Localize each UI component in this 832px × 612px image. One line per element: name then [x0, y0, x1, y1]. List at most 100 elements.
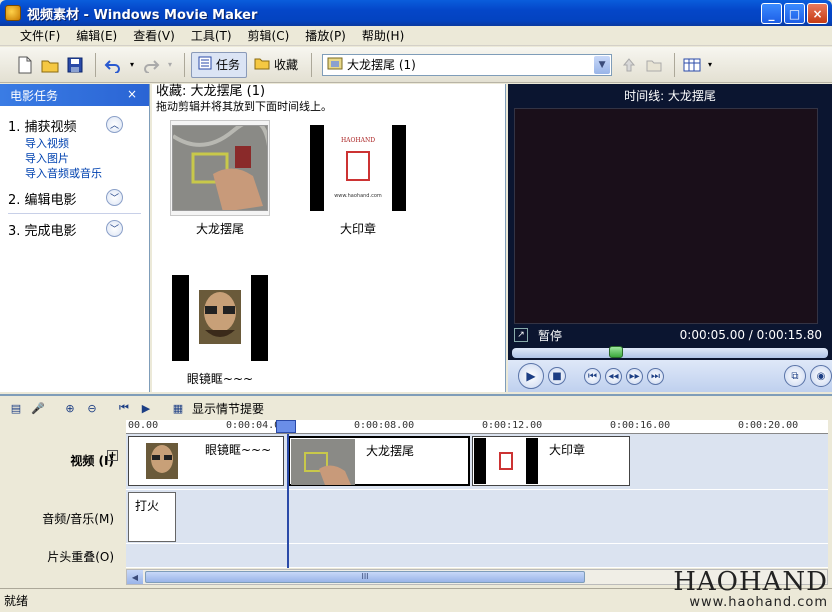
ruler-tick: 0:00:12.00: [482, 420, 543, 431]
title-overlay-track[interactable]: [126, 544, 828, 568]
up-one-level-icon[interactable]: [618, 54, 640, 76]
tasks-button[interactable]: 任务: [191, 51, 248, 78]
chevron-up-icon[interactable]: ︿: [106, 116, 123, 133]
collection-clip[interactable]: 眼镜眶~~~: [170, 270, 270, 387]
close-button[interactable]: ×: [807, 3, 828, 24]
monitor-status-bar: ↗ 暂停 0:00:05.00 / 0:00:15.80: [508, 324, 832, 346]
scroll-left-icon[interactable]: ◀: [127, 570, 143, 584]
task-link-import-pictures[interactable]: 导入图片: [0, 151, 149, 166]
chevron-down-icon[interactable]: ﹀: [106, 189, 123, 206]
tasks-label: 任务: [216, 58, 241, 72]
scroll-grip: III: [361, 572, 369, 581]
seal-brand: HAOHAND: [340, 137, 376, 144]
task-section-finish[interactable]: 3. 完成电影 ﹀: [0, 218, 149, 240]
forward-icon[interactable]: ▸▸: [626, 367, 643, 385]
task-section-label: 3. 完成电影: [8, 223, 77, 239]
redo-dropdown-icon[interactable]: ▾: [165, 54, 175, 76]
window-title: 视频素材 - Windows Movie Maker: [27, 7, 258, 23]
rewind-timeline-icon[interactable]: ⏮: [116, 400, 132, 416]
save-project-icon[interactable]: [64, 54, 86, 76]
menu-view[interactable]: 查看(V): [125, 27, 183, 44]
collection-select[interactable]: 大龙摆尾 (1) ▼: [322, 53, 613, 76]
clip-label: 打火: [135, 499, 160, 513]
audio-music-track[interactable]: 打火: [126, 490, 828, 544]
timeline-video-clip[interactable]: 大印章: [472, 436, 630, 486]
task-divider: [8, 213, 141, 214]
clip-label: 大印章: [549, 443, 586, 457]
collection-select-value: 大龙摆尾 (1): [347, 58, 416, 72]
collection-folder-icon: [327, 56, 343, 73]
playhead-line[interactable]: [287, 434, 289, 568]
narrate-microphone-icon[interactable]: 🎤: [30, 400, 46, 416]
toolbar-separator: [311, 52, 313, 77]
seal-url: www.haohand.com: [334, 193, 382, 199]
ruler-tick: 00.00: [128, 420, 159, 431]
expand-track-icon[interactable]: +: [107, 450, 118, 461]
menu-edit[interactable]: 编辑(E): [68, 27, 125, 44]
play-timeline-icon[interactable]: ▶: [138, 400, 154, 416]
playback-time: 0:00:05.00 / 0:00:15.80: [679, 328, 822, 342]
video-track[interactable]: 眼镜眶~~~ 大龙摆尾 大印章: [126, 434, 828, 490]
ruler-tick: 0:00:20.00: [738, 420, 799, 431]
clip-label: 大龙摆尾: [366, 444, 415, 458]
toolbar-separator: [674, 52, 676, 77]
clip-label: 大龙摆尾: [195, 222, 244, 236]
menu-file[interactable]: 文件(F): [12, 27, 68, 44]
zoom-out-icon[interactable]: ⊖: [84, 400, 100, 416]
storyboard-toggle-icon[interactable]: ▦: [170, 400, 186, 416]
menu-tools[interactable]: 工具(T): [183, 27, 240, 44]
seek-bar[interactable]: [512, 346, 828, 358]
undo-icon[interactable]: [102, 54, 124, 76]
collections-button[interactable]: 收藏: [247, 52, 305, 78]
tasks-icon: [198, 56, 212, 73]
timeline-toolbar: ▤ 🎤 ⊕ ⊖ ⏮ ▶ ▦ 显示情节提要: [0, 394, 832, 420]
collection-clip[interactable]: 大龙摆尾: [170, 120, 270, 237]
redo-icon[interactable]: [140, 54, 162, 76]
undo-dropdown-icon[interactable]: ▾: [127, 54, 137, 76]
show-storyboard-label[interactable]: 显示情节提要: [192, 400, 264, 417]
new-project-icon[interactable]: [14, 54, 36, 76]
menu-clip[interactable]: 剪辑(C): [240, 27, 298, 44]
previous-frame-icon[interactable]: ⏮: [584, 367, 601, 385]
zoom-in-icon[interactable]: ⊕: [62, 400, 78, 416]
task-section-edit[interactable]: 2. 编辑电影 ﹀: [0, 187, 149, 209]
chevron-down-icon[interactable]: ▼: [594, 55, 611, 74]
open-project-icon[interactable]: [39, 54, 61, 76]
playhead-marker[interactable]: [276, 420, 296, 433]
views-icon[interactable]: [681, 54, 703, 76]
menu-bar: 文件(F) 编辑(E) 查看(V) 工具(T) 剪辑(C) 播放(P) 帮助(H…: [0, 26, 832, 46]
watermark-brand: HAOHAND: [673, 567, 828, 597]
collection-hint: 拖动剪辑并将其放到下面时间线上。: [156, 100, 332, 113]
play-button[interactable]: ▶: [518, 363, 544, 389]
next-frame-icon[interactable]: ⏭: [647, 367, 664, 385]
menu-play[interactable]: 播放(P): [297, 27, 354, 44]
close-icon[interactable]: ×: [127, 87, 137, 101]
timeline-audio-clip[interactable]: 打火: [128, 492, 176, 542]
timeline-video-clip-selected[interactable]: 大龙摆尾: [288, 436, 470, 486]
clip-thumbnail: [172, 125, 268, 211]
maximize-button[interactable]: □: [784, 3, 805, 24]
task-link-import-video[interactable]: 导入视频: [0, 136, 149, 151]
stop-button[interactable]: ■: [548, 367, 566, 385]
scrollbar-thumb[interactable]: III: [145, 571, 585, 583]
seal-stamp-image: HAOHAND www.haohand.com: [324, 125, 392, 211]
task-section-capture[interactable]: 1. 捕获视频 ︿: [0, 114, 149, 136]
split-clip-icon[interactable]: ⧉: [784, 365, 806, 387]
task-link-import-audio[interactable]: 导入音频或音乐: [0, 166, 149, 181]
rewind-icon[interactable]: ◂◂: [605, 367, 622, 385]
new-collection-folder-icon[interactable]: [643, 54, 665, 76]
storyboard-icon[interactable]: ▤: [8, 400, 24, 416]
timeline-ruler[interactable]: 00.00 0:00:04.00 0:00:08.00 0:00:12.00 0…: [126, 420, 828, 434]
timeline-video-clip[interactable]: 眼镜眶~~~: [128, 436, 284, 486]
pause-status-icon: ↗: [514, 328, 528, 342]
take-picture-icon[interactable]: ◉: [810, 365, 832, 387]
title-bar[interactable]: 视频素材 - Windows Movie Maker _ □ ×: [0, 0, 832, 26]
chevron-down-icon[interactable]: ﹀: [106, 220, 123, 237]
audio-track-label: 音频/音乐(M): [42, 512, 114, 526]
minimize-button[interactable]: _: [761, 3, 782, 24]
collection-title: 收藏: 大龙摆尾 (1): [156, 84, 266, 99]
seek-thumb[interactable]: [608, 346, 623, 358]
menu-help[interactable]: 帮助(H): [354, 27, 412, 44]
views-dropdown-icon[interactable]: ▾: [706, 54, 714, 76]
collection-clip[interactable]: HAOHAND www.haohand.com 大印章: [308, 120, 408, 237]
